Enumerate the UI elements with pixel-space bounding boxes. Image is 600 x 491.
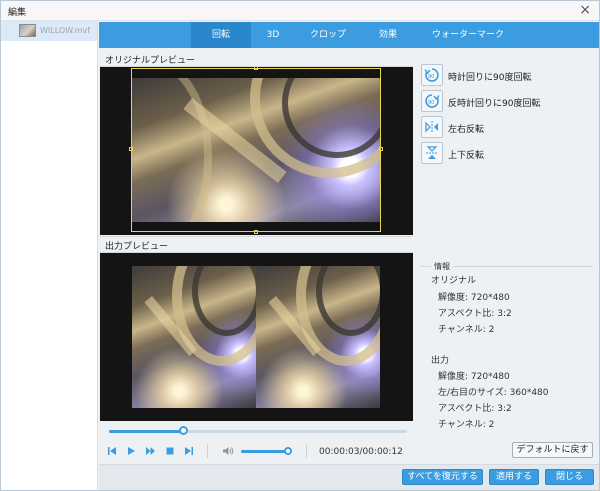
rotate-clockwise-icon: 90	[421, 64, 443, 86]
file-list-item[interactable]: WILLOW.mvf	[1, 21, 97, 41]
video-thumbnail-icon	[19, 24, 36, 37]
skip-back-icon[interactable]	[107, 446, 117, 460]
info-panel: 情報 オリジナル 解像度: 720*480 アスペクト比: 3:2 チャンネル:…	[421, 261, 593, 433]
output-right-eye-frame	[256, 266, 380, 408]
window-title: 編集	[8, 8, 27, 18]
play-icon[interactable]	[126, 446, 136, 460]
original-preview-label: オリジナルプレビュー	[105, 56, 196, 66]
rotate-counterclockwise-icon: 90	[421, 90, 443, 112]
output-channels: チャンネル: 2	[438, 420, 495, 430]
volume-icon[interactable]	[222, 446, 234, 460]
original-heading: オリジナル	[431, 276, 477, 286]
volume-fill	[241, 450, 288, 453]
edit-window: 編集 × WILLOW.mvf 回転 3D クロップ 効果 ウォーターマーク オ…	[0, 0, 600, 491]
flip-horizontal-label: 左右反転	[448, 125, 485, 135]
rotate-clockwise-button[interactable]: 90 時計回りに90度回転	[421, 64, 551, 86]
output-eye-size: 左/右目のサイズ: 360*480	[438, 388, 549, 398]
crop-selection-box[interactable]	[129, 67, 383, 234]
resize-handle[interactable]	[254, 67, 258, 70]
close-icon[interactable]: ×	[579, 2, 591, 18]
output-preview-label: 出力プレビュー	[105, 242, 169, 252]
tab-bar: 回転 3D クロップ 効果 ウォーターマーク	[99, 22, 599, 48]
skip-forward-icon[interactable]	[184, 446, 194, 460]
title-bar: 編集 ×	[1, 1, 599, 21]
close-button[interactable]: 閉じる	[545, 469, 594, 485]
resize-handle[interactable]	[254, 230, 258, 234]
tab-effects[interactable]: 効果	[361, 22, 415, 48]
divider	[306, 444, 307, 458]
tab-rotate[interactable]: 回転	[191, 22, 251, 48]
tab-watermark[interactable]: ウォーターマーク	[415, 22, 521, 48]
volume-slider[interactable]	[241, 447, 292, 455]
original-resolution: 解像度: 720*480	[438, 293, 510, 303]
flip-horizontal-button[interactable]: 左右反転	[421, 116, 511, 138]
svg-text:90: 90	[428, 74, 434, 80]
playback-progress-fill	[109, 430, 184, 433]
output-preview	[100, 253, 413, 421]
stop-icon[interactable]	[165, 446, 175, 460]
original-aspect: アスペクト比: 3:2	[438, 309, 512, 319]
fast-forward-icon[interactable]	[145, 446, 156, 460]
rotate-clockwise-label: 時計回りに90度回転	[448, 73, 532, 83]
resize-handle[interactable]	[129, 147, 133, 151]
file-name: WILLOW.mvf	[40, 26, 91, 35]
svg-text:90: 90	[428, 100, 434, 106]
restore-all-button[interactable]: すべてを復元する	[402, 469, 483, 485]
playback-progress-thumb[interactable]	[178, 426, 188, 435]
original-channels: チャンネル: 2	[438, 325, 495, 335]
flip-vertical-icon	[421, 142, 443, 164]
output-resolution: 解像度: 720*480	[438, 372, 510, 382]
flip-vertical-button[interactable]: 上下反転	[421, 142, 511, 164]
output-aspect: アスペクト比: 3:2	[438, 404, 512, 414]
file-sidebar: WILLOW.mvf	[1, 21, 98, 490]
original-preview	[100, 67, 413, 235]
apply-button[interactable]: 適用する	[489, 469, 539, 485]
resize-handle[interactable]	[379, 147, 383, 151]
divider	[100, 236, 413, 237]
tab-crop[interactable]: クロップ	[295, 22, 361, 48]
output-heading: 出力	[431, 356, 450, 366]
output-left-eye-frame	[132, 266, 256, 408]
flip-horizontal-icon	[421, 116, 443, 138]
divider	[207, 444, 208, 458]
flip-vertical-label: 上下反転	[448, 151, 485, 161]
info-caption: 情報	[431, 261, 453, 272]
playback-progress-bar[interactable]	[109, 426, 407, 435]
tab-3d[interactable]: 3D	[251, 22, 295, 48]
volume-thumb[interactable]	[283, 447, 292, 455]
rotate-counterclockwise-button[interactable]: 90 反時計回りに90度回転	[421, 90, 551, 112]
rotate-counterclockwise-label: 反時計回りに90度回転	[448, 99, 541, 109]
reset-default-button[interactable]: デフォルトに戻す	[512, 442, 593, 458]
timecode: 00:00:03/00:00:12	[319, 447, 403, 457]
